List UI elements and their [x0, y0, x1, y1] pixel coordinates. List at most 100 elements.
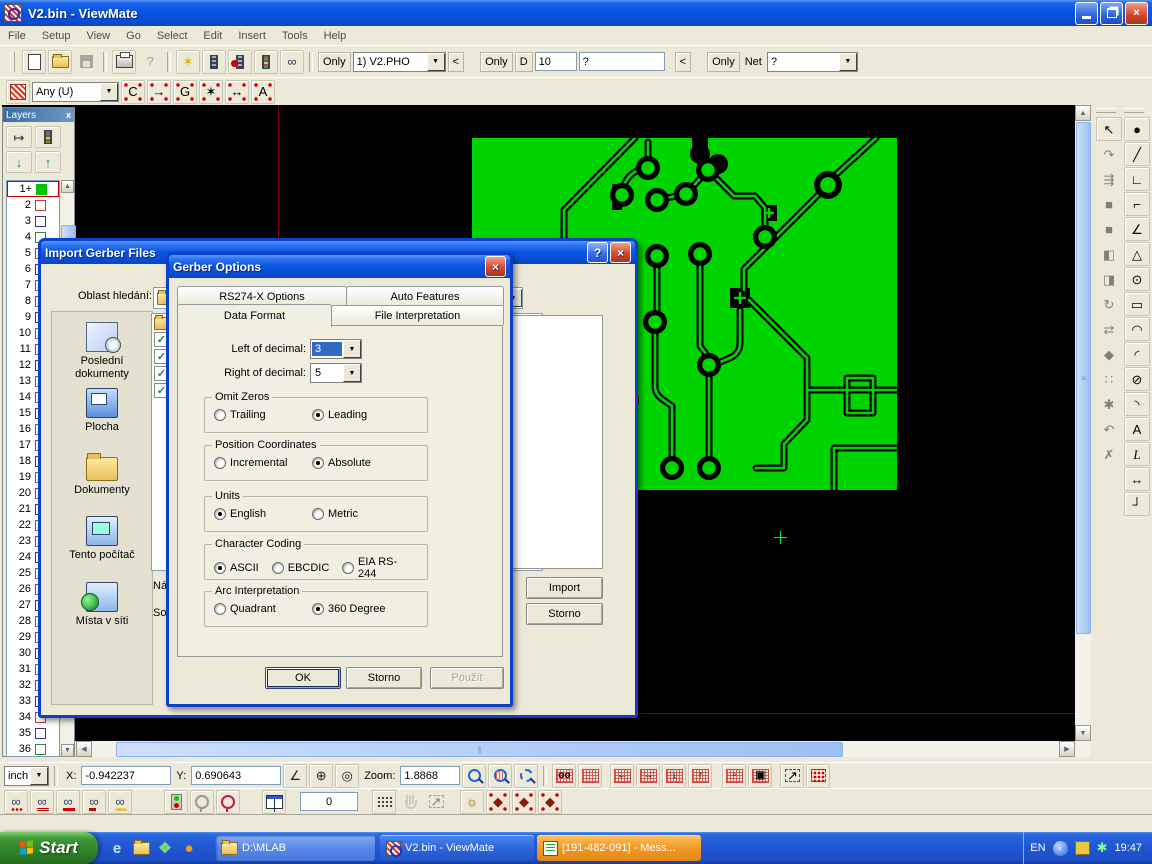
transform-copy-button[interactable]: ↷ [1096, 142, 1122, 166]
flash-view-button[interactable]: ✶ [176, 50, 200, 74]
zoom-field[interactable]: 1.8868 [400, 766, 460, 785]
place-computer[interactable]: Tento počítač [54, 516, 150, 562]
scroll-down-button[interactable]: ▼ [1075, 725, 1091, 741]
layer-scroll-down-button[interactable]: ▼ [61, 744, 74, 757]
ok-button[interactable]: OK [265, 667, 341, 689]
draw-rectangle-button[interactable]: ▭ [1124, 292, 1150, 316]
y-coordinate-field[interactable]: 0.690643 [191, 766, 281, 785]
english-radio[interactable]: English [214, 508, 299, 520]
swap-button[interactable]: ⇄ [1096, 317, 1122, 341]
rotate-button[interactable]: ↻ [1096, 292, 1122, 316]
zoom-window-button[interactable] [514, 764, 538, 788]
save-button[interactable] [74, 50, 98, 74]
horizontal-scroll-thumb[interactable]: ∥ [116, 742, 843, 757]
place-desktop[interactable]: Plocha [54, 388, 150, 434]
draw-pad-button[interactable]: ● [1124, 117, 1150, 141]
layer-row-36[interactable]: 36 [7, 741, 59, 757]
layers-panel-close-icon[interactable]: x [66, 110, 71, 120]
film-colors-button[interactable] [254, 50, 278, 74]
menu-file[interactable]: File [0, 28, 34, 44]
trailing-radio[interactable]: Trailing [214, 409, 299, 421]
dcode-text-button[interactable]: A [251, 80, 275, 104]
view-lines-button[interactable]: ∞ [82, 790, 106, 814]
tab-rs274x-options[interactable]: RS274-X Options [177, 286, 347, 306]
only-net-toggle[interactable]: Only [707, 52, 740, 72]
incremental-radio[interactable]: Incremental [214, 457, 299, 469]
aperture-type-combo-arrow[interactable]: ▼ [100, 83, 118, 101]
launch-firefox-icon[interactable]: ● [180, 839, 198, 857]
close-button[interactable]: × [1125, 2, 1148, 25]
restore-button[interactable] [1100, 2, 1123, 25]
draw-path-button[interactable]: ⌐ [1124, 192, 1150, 216]
dcode-label[interactable]: D [515, 52, 533, 72]
pad-diamond-corner-button[interactable]: ◆ [538, 790, 562, 814]
minimize-button[interactable] [1075, 2, 1098, 25]
active-layer-combo-arrow[interactable]: ▼ [427, 53, 445, 71]
layer-color-swatch[interactable] [35, 728, 46, 739]
draw-spline-button[interactable]: ◝ [1124, 392, 1150, 416]
step-repeat-button[interactable]: ∷ [1096, 367, 1122, 391]
layer-insert-button[interactable]: ↦ [6, 126, 32, 148]
language-indicator[interactable]: EN [1030, 842, 1045, 854]
context-help-button[interactable]: ? [138, 50, 162, 74]
undo-button[interactable]: ↶ [1096, 417, 1122, 441]
launch-book-icon[interactable]: ❖ [156, 839, 174, 857]
tile-view-button[interactable] [262, 790, 286, 814]
place-recent-documents[interactable]: Poslední dokumenty [54, 322, 150, 380]
menu-view[interactable]: View [78, 28, 118, 44]
aperture-type-combo[interactable]: Any (U)▼ [32, 82, 119, 102]
selection-count-field[interactable]: 0 [300, 792, 358, 811]
radio-icon[interactable] [312, 457, 324, 469]
radio-icon[interactable] [272, 562, 284, 574]
new-file-button[interactable] [22, 50, 46, 74]
layer-row-1+[interactable]: 1+ [7, 181, 59, 197]
menu-go[interactable]: Go [118, 28, 149, 44]
360-degree-radio[interactable]: 360 Degree [312, 603, 386, 615]
layer-color-swatch[interactable] [36, 184, 47, 195]
draw-dimension-button[interactable]: ↔ [1124, 467, 1150, 491]
only-layer-toggle[interactable]: Only [318, 52, 351, 72]
open-file-button[interactable] [48, 50, 72, 74]
ascii-radio[interactable]: ASCII [214, 556, 259, 580]
draw-polyline-button[interactable]: ∟ [1124, 167, 1150, 191]
menu-insert[interactable]: Insert [230, 28, 274, 44]
snap-grid-button[interactable] [372, 790, 396, 814]
ebcdic-radio[interactable]: EBCDIC [272, 556, 330, 580]
highlight-net-button[interactable] [216, 790, 240, 814]
right-of-decimal-combo[interactable]: 5 ▼ [310, 363, 362, 383]
dcode-star-button[interactable]: ✶ [199, 80, 223, 104]
left-of-decimal-combo[interactable]: 3 ▼ [310, 339, 362, 359]
menu-setup[interactable]: Setup [34, 28, 79, 44]
mirror-horizontal-button[interactable]: ◧ [1096, 242, 1122, 266]
measure-move-button[interactable]: ↗ [424, 790, 448, 814]
tools-film-button[interactable] [202, 50, 226, 74]
start-button[interactable]: Start [0, 832, 98, 864]
menu-select[interactable]: Select [149, 28, 196, 44]
draw-text-button[interactable]: A [1124, 417, 1150, 441]
net-combo-arrow[interactable]: ▼ [839, 53, 857, 71]
settings-button[interactable]: ✱ [1096, 392, 1122, 416]
layers-panel-titlebar[interactable]: Layers x [3, 108, 74, 122]
layer-row-35[interactable]: 35 [7, 725, 59, 741]
absolute-radio[interactable]: Absolute [312, 457, 371, 469]
radio-icon[interactable] [214, 562, 226, 574]
angle-mode-button[interactable]: ∠ [283, 764, 307, 788]
gerber-dialog-titlebar[interactable]: Gerber Options × [169, 255, 510, 278]
view-measure-button[interactable]: ∞ [280, 50, 304, 74]
import-button[interactable]: Import [526, 577, 603, 599]
scroll-right-button[interactable]: ▶ [1059, 741, 1075, 757]
gerber-dialog-close-button[interactable]: × [485, 256, 506, 277]
dcode-g-button[interactable]: G [173, 80, 197, 104]
radio-icon[interactable] [214, 457, 226, 469]
dcode-pattern-button[interactable] [6, 80, 30, 104]
grid-select-button[interactable]: ▣ [748, 764, 772, 788]
draw-curve-button[interactable]: ◜ [1124, 342, 1150, 366]
layer-table-button[interactable] [35, 126, 61, 148]
highlight-off-button[interactable] [190, 790, 214, 814]
taskbar-task-viewmate[interactable]: V2.bin - ViewMate [380, 835, 534, 861]
pan-up-button[interactable]: ↑ [688, 764, 712, 788]
tray-notes-icon[interactable] [1075, 841, 1090, 855]
toolbar-grip[interactable] [1124, 108, 1144, 113]
radio-icon[interactable] [214, 508, 226, 520]
radio-icon[interactable] [214, 603, 226, 615]
